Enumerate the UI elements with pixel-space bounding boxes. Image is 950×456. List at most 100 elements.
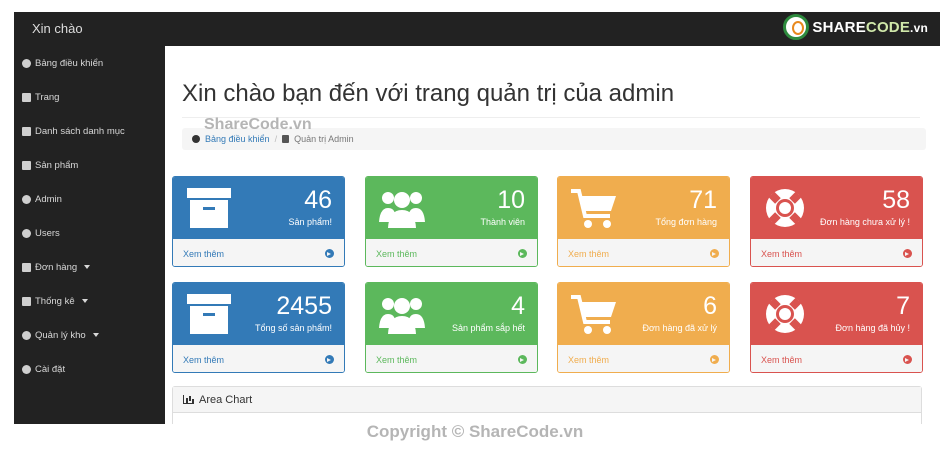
arrow-circle-right-icon xyxy=(325,249,334,258)
view-more-link[interactable]: Xem thêm xyxy=(173,239,344,266)
sidebar-item-categories[interactable]: Danh sách danh mục xyxy=(22,123,125,139)
file-icon xyxy=(282,135,290,143)
stat-value: 10 xyxy=(497,186,525,214)
view-more-label: Xem thêm xyxy=(761,248,803,259)
arrow-circle-right-icon xyxy=(325,355,334,364)
stat-panel-total-orders: 71 Tổng đơn hàng Xem thêm xyxy=(557,176,730,267)
stat-label: Sản phẩm sắp hết xyxy=(451,323,525,333)
logo-text-share: SHARE xyxy=(812,18,866,36)
archive-icon xyxy=(187,188,231,228)
sidebar-item-label: Sản phẩm xyxy=(35,159,79,171)
breadcrumb: Bảng điều khiển / Quản trị Admin ShareCo… xyxy=(182,116,926,150)
stat-value: 2455 xyxy=(276,292,332,320)
archive-icon xyxy=(187,294,231,334)
logo-mark-icon xyxy=(783,14,810,40)
stat-value: 6 xyxy=(703,292,717,320)
sidebar-item-statistics[interactable]: Thống kê xyxy=(22,293,88,309)
stat-value: 71 xyxy=(689,186,717,214)
users-icon xyxy=(379,192,425,228)
cart-icon xyxy=(571,189,616,228)
admin-window: Xin chào SHARECODE.vn Bảng điều khiển Tr… xyxy=(14,12,940,424)
view-more-link[interactable]: Xem thêm xyxy=(751,239,922,266)
arrow-circle-right-icon xyxy=(903,249,912,258)
stat-panel-total-products: 2455 Tổng số sản phẩm! Xem thêm xyxy=(172,282,345,373)
view-more-link[interactable]: Xem thêm xyxy=(558,345,729,372)
arrow-circle-right-icon xyxy=(518,355,527,364)
cogs-icon xyxy=(22,330,31,340)
top-navbar: Xin chào SHARECODE.vn xyxy=(14,12,940,46)
view-more-label: Xem thêm xyxy=(376,354,418,365)
sidebar-item-warehouse[interactable]: Quản lý kho xyxy=(22,327,99,343)
stat-value: 7 xyxy=(896,292,910,320)
area-chart-heading: Area Chart xyxy=(173,387,921,413)
breadcrumb-home-link[interactable]: Bảng điều khiển xyxy=(205,134,270,144)
stat-value: 46 xyxy=(304,186,332,214)
bar-chart-icon xyxy=(183,395,194,404)
clone-icon xyxy=(22,296,31,306)
stat-label: Sản phẩm! xyxy=(288,217,332,227)
logo-text-suffix: .vn xyxy=(910,20,928,35)
sidebar-item-dashboard[interactable]: Bảng điều khiển xyxy=(22,55,103,71)
sidebar-item-label: Cài đặt xyxy=(35,363,66,375)
sidebar-item-label: Trang xyxy=(35,91,60,103)
sidebar-item-label: Bảng điều khiển xyxy=(35,57,104,69)
sidebar-item-label: Quản lý kho xyxy=(35,329,86,341)
view-more-label: Xem thêm xyxy=(183,354,225,365)
area-chart-title: Area Chart xyxy=(199,393,253,406)
file-icon xyxy=(22,92,31,102)
view-more-label: Xem thêm xyxy=(568,248,610,259)
stat-panel-cancelled-orders: 7 Đơn hàng đã hủy ! Xem thêm xyxy=(750,282,923,373)
sidebar-item-pages[interactable]: Trang xyxy=(22,89,59,105)
sidebar-item-label: Users xyxy=(35,227,60,239)
cart-icon xyxy=(571,295,616,334)
stat-label: Đơn hàng đã hủy ! xyxy=(835,323,910,333)
lifebuoy-icon xyxy=(766,295,804,333)
stat-panel-processed-orders: 6 Đơn hàng đã xử lý Xem thêm xyxy=(557,282,730,373)
sidebar-item-label: Danh sách danh mục xyxy=(35,125,125,137)
lifebuoy-icon xyxy=(766,189,804,227)
sidebar-item-admin[interactable]: Admin xyxy=(22,191,62,207)
stat-panel-members: 10 Thành viên Xem thêm xyxy=(365,176,538,267)
clone-icon xyxy=(22,262,31,272)
page-title: Xin chào bạn đến với trang quản trị của … xyxy=(182,80,675,107)
sidebar-item-settings[interactable]: Cài đặt xyxy=(22,361,65,377)
stat-panel-pending-orders: 58 Đơn hàng chưa xử lý ! Xem thêm xyxy=(750,176,923,267)
arrow-circle-right-icon xyxy=(518,249,527,258)
view-more-label: Xem thêm xyxy=(376,248,418,259)
view-more-link[interactable]: Xem thêm xyxy=(173,345,344,372)
view-more-link[interactable]: Xem thêm xyxy=(751,345,922,372)
caret-down-icon xyxy=(84,265,91,269)
stat-value: 4 xyxy=(511,292,525,320)
view-more-link[interactable]: Xem thêm xyxy=(366,239,537,266)
stat-label: Đơn hàng đã xử lý xyxy=(642,323,717,333)
list-icon xyxy=(22,160,31,170)
sidebar-item-users[interactable]: Users xyxy=(22,225,60,241)
logo-text-code: CODE xyxy=(865,18,911,36)
view-more-link[interactable]: Xem thêm xyxy=(558,239,729,266)
arrow-circle-right-icon xyxy=(710,249,719,258)
dashboard-icon xyxy=(192,135,200,143)
view-more-label: Xem thêm xyxy=(761,354,803,365)
arrow-circle-right-icon xyxy=(903,355,912,364)
list-icon xyxy=(22,126,31,136)
sidebar-item-products[interactable]: Sản phẩm xyxy=(22,157,78,173)
users-icon xyxy=(22,228,31,238)
area-chart-panel: Area Chart xyxy=(172,386,922,424)
stat-label: Tổng số sản phẩm! xyxy=(254,323,332,333)
view-more-label: Xem thêm xyxy=(568,354,610,365)
cogs-icon xyxy=(22,364,31,374)
navbar-brand[interactable]: Xin chào xyxy=(32,21,83,36)
breadcrumb-current: Quản trị Admin xyxy=(294,134,354,144)
view-more-label: Xem thêm xyxy=(183,248,225,259)
sidebar: Bảng điều khiển Trang Danh sách danh mục… xyxy=(14,46,165,424)
stat-panel-products: 46 Sản phẩm! Xem thêm xyxy=(172,176,345,267)
view-more-link[interactable]: Xem thêm xyxy=(366,345,537,372)
stat-label: Tổng đơn hàng xyxy=(655,217,717,227)
stat-label: Đơn hàng chưa xử lý ! xyxy=(820,217,910,227)
arrow-circle-right-icon xyxy=(710,355,719,364)
sidebar-item-orders[interactable]: Đơn hàng xyxy=(22,259,91,275)
sidebar-item-label: Đơn hàng xyxy=(35,261,78,273)
stat-label: Thành viên xyxy=(480,217,525,227)
breadcrumb-separator: / xyxy=(274,134,278,144)
copyright-watermark: Copyright © ShareCode.vn xyxy=(366,422,584,441)
